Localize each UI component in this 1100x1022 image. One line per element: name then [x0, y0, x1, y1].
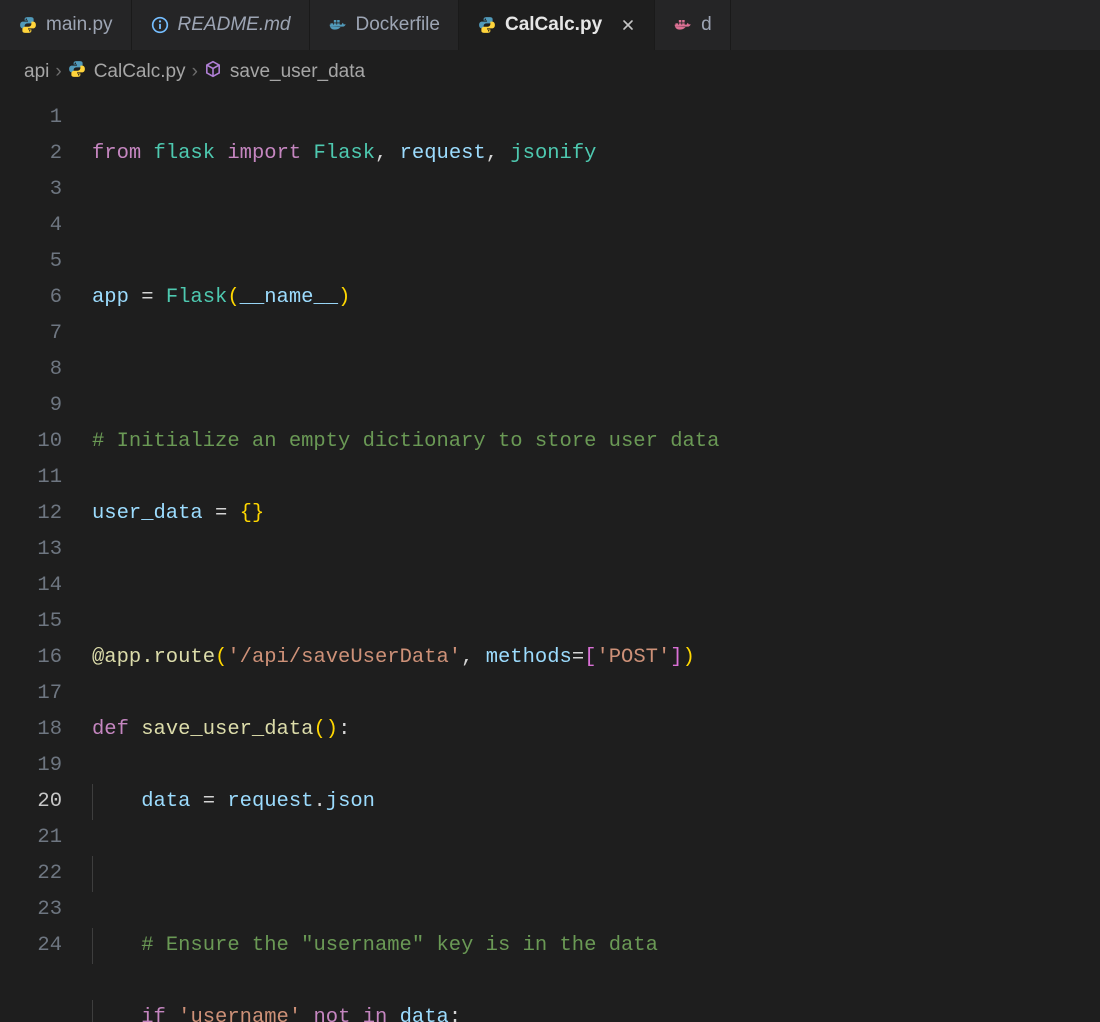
tab-label: d [701, 14, 712, 36]
breadcrumb-file[interactable]: CalCalc.py [68, 60, 186, 84]
chevron-right-icon: › [55, 61, 61, 83]
tab-calcalc-py[interactable]: CalCalc.py [459, 0, 655, 50]
symbol-function-icon [204, 60, 222, 84]
tab-label: CalCalc.py [505, 14, 602, 36]
tab-readme-md[interactable]: README.md [132, 0, 310, 50]
tab-label: Dockerfile [356, 14, 440, 36]
tab-truncated[interactable]: d [655, 0, 731, 50]
breadcrumb-folder[interactable]: api [24, 61, 49, 83]
python-icon [68, 60, 86, 84]
docker-icon [328, 15, 348, 35]
tab-dockerfile[interactable]: Dockerfile [310, 0, 459, 50]
breadcrumb-symbol[interactable]: save_user_data [204, 60, 365, 84]
code-content[interactable]: from flask import Flask, request, jsonif… [92, 94, 1100, 1022]
info-icon [150, 15, 170, 35]
editor-tab-bar: main.py README.md Dockerfile CalCalc.py … [0, 0, 1100, 50]
python-icon [18, 15, 38, 35]
close-icon[interactable] [620, 17, 636, 33]
chevron-right-icon: › [192, 61, 198, 83]
tab-label: main.py [46, 14, 113, 36]
breadcrumb: api › CalCalc.py › save_user_data [0, 50, 1100, 94]
tab-label: README.md [178, 14, 291, 36]
tab-main-py[interactable]: main.py [0, 0, 132, 50]
docker-icon [673, 15, 693, 35]
python-icon [477, 15, 497, 35]
line-number-gutter: 123456789101112131415161718192021222324 [0, 94, 92, 1022]
code-editor[interactable]: 123456789101112131415161718192021222324 … [0, 94, 1100, 1022]
